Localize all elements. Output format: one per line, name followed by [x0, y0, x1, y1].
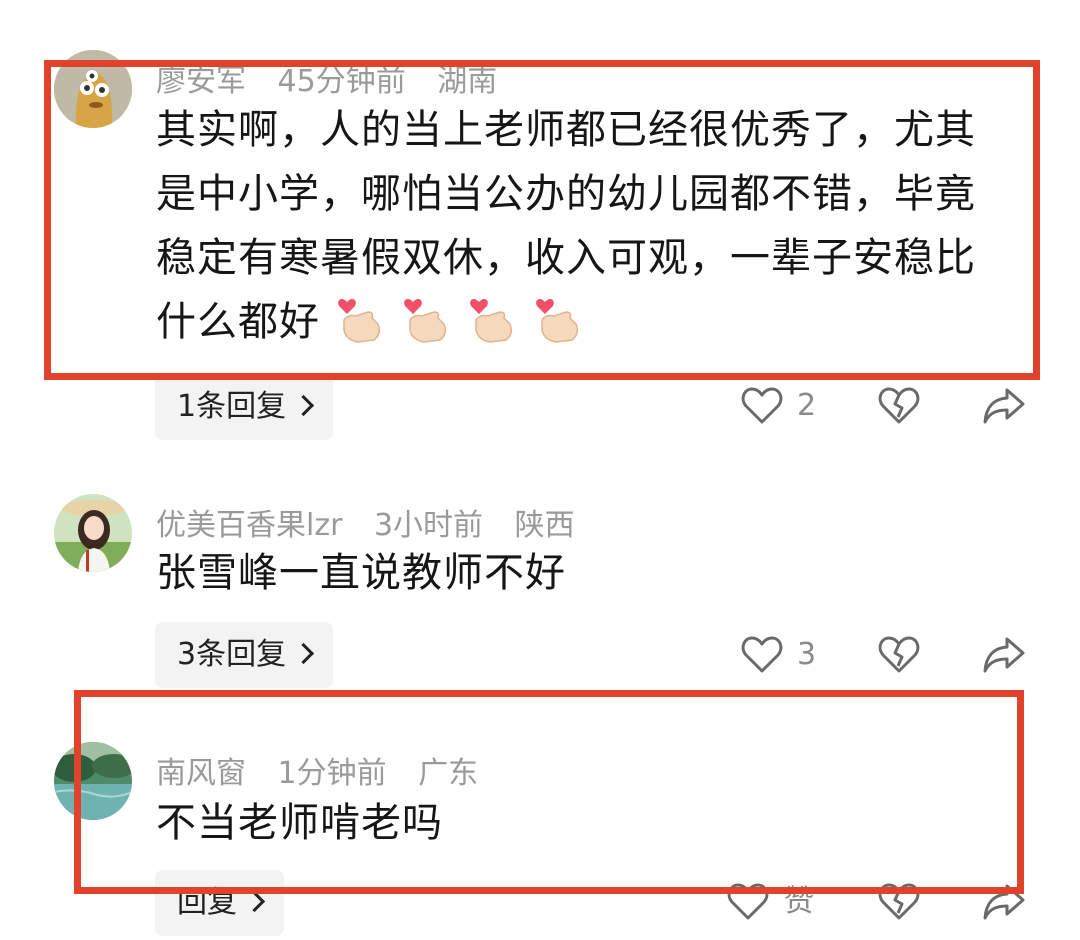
user-avatar[interactable] — [54, 494, 132, 572]
finger-heart-icon — [532, 294, 584, 346]
author-name[interactable]: 廖安军 — [156, 64, 246, 99]
comment-meta: 南风窗 1分钟前 广东 — [156, 748, 500, 792]
comment-time: 3小时前 — [373, 508, 484, 543]
comment-time: 1分钟前 — [277, 756, 387, 791]
comment-meta: 优美百香果lzr 3小时前 陕西 — [156, 500, 597, 544]
share-icon[interactable] — [981, 384, 1025, 428]
comment-text: 张雪峰一直说教师不好 — [156, 550, 566, 596]
comment-location: 广东 — [418, 756, 479, 791]
comment-location: 陕西 — [514, 508, 575, 543]
broken-heart-icon[interactable] — [877, 633, 921, 677]
comment-time: 45分钟前 — [277, 64, 406, 99]
comment-location: 湖南 — [437, 64, 498, 99]
heart-icon[interactable] — [740, 384, 784, 428]
broken-heart-icon[interactable] — [877, 880, 921, 924]
broken-heart-icon[interactable] — [877, 384, 921, 428]
comment-actions: 2 — [0, 384, 1080, 444]
user-avatar[interactable] — [54, 50, 132, 128]
finger-heart-icon — [334, 294, 386, 346]
share-icon[interactable] — [981, 633, 1025, 677]
finger-heart-icon — [400, 294, 452, 346]
heart-icon[interactable] — [726, 880, 770, 924]
finger-heart-icon — [466, 294, 518, 346]
author-name[interactable]: 优美百香果lzr — [156, 508, 342, 543]
share-icon[interactable] — [981, 880, 1025, 924]
comment-actions: 赞 — [0, 880, 1080, 940]
comment-text: 不当老师啃老吗 — [156, 800, 443, 846]
heart-icon[interactable] — [740, 633, 784, 677]
comment-text: 其实啊，人的当上老师都已经很优秀了，尤其是中小学，哪怕当公办的幼儿园都不错，毕竟… — [156, 98, 1006, 354]
author-name[interactable]: 南风窗 — [156, 756, 246, 791]
like-count: 3 — [797, 637, 817, 672]
like-count: 赞 — [784, 884, 814, 919]
user-avatar[interactable] — [54, 742, 132, 820]
comment-meta: 廖安军 45分钟前 湖南 — [156, 56, 519, 100]
like-count: 2 — [797, 388, 817, 423]
comment-actions: 3 — [0, 633, 1080, 693]
